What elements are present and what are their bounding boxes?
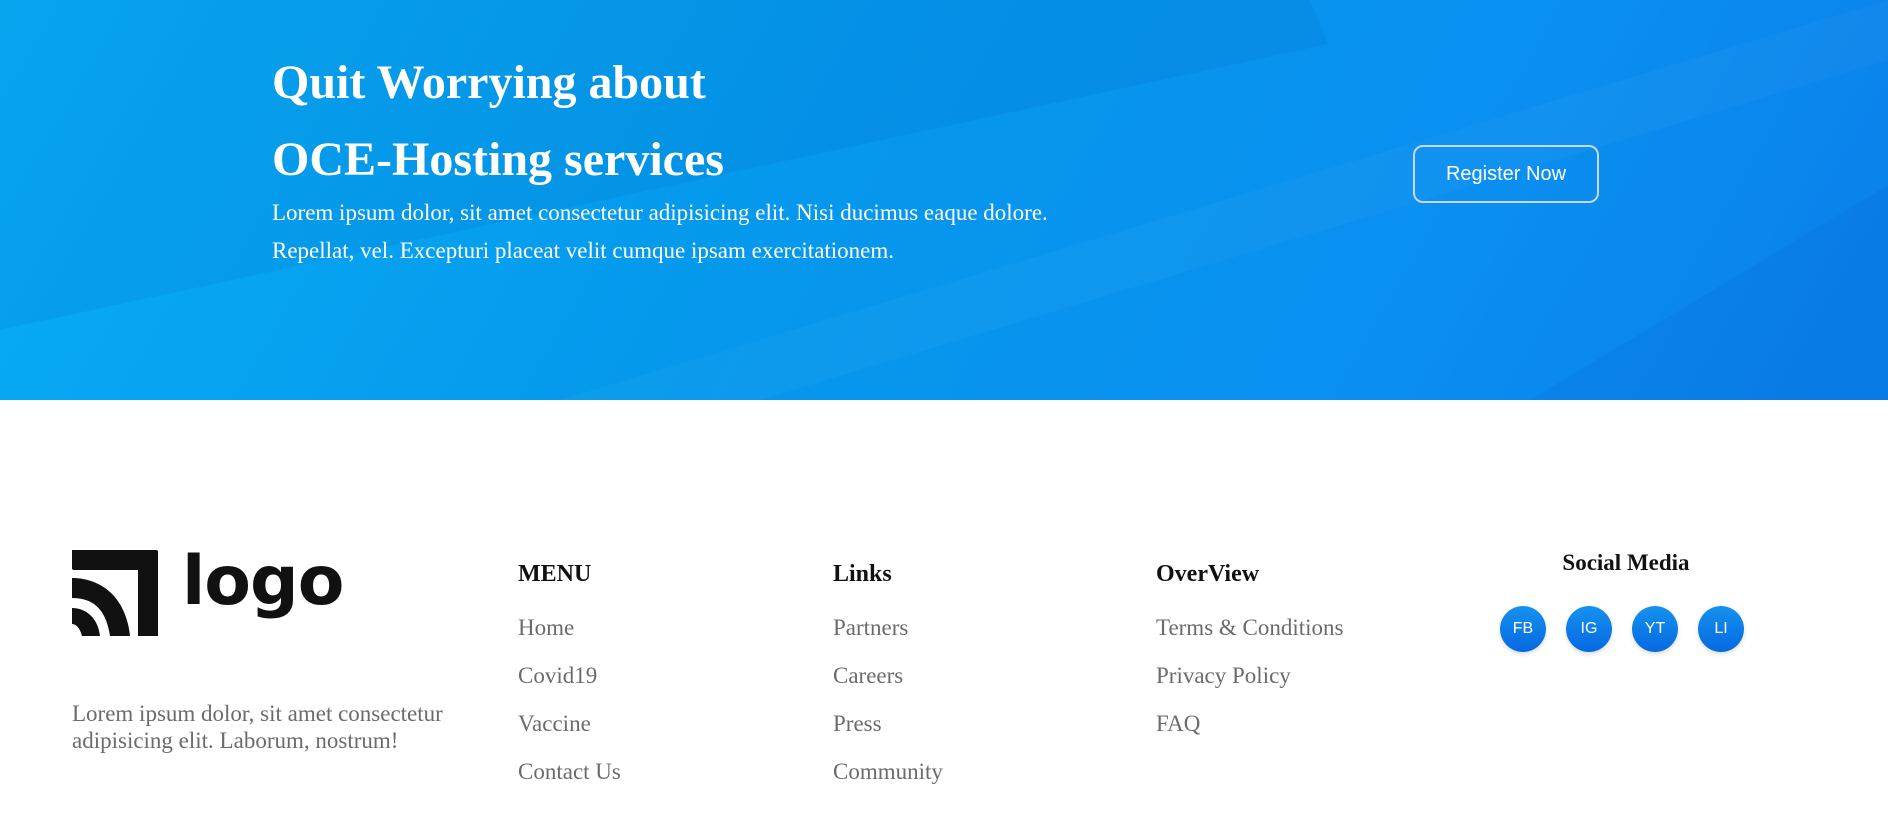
social-media-section: Social Media FB IG YT LI	[1500, 548, 1752, 652]
logo-mark-icon	[72, 550, 158, 636]
footer-link-privacy-policy[interactable]: Privacy Policy	[1156, 652, 1344, 700]
footer-link-contact-us[interactable]: Contact Us	[518, 748, 621, 796]
banner-description: Lorem ipsum dolor, sit amet consectetur …	[272, 200, 1048, 263]
cta-banner: Quit Worrying about OCE-Hosting services…	[0, 0, 1888, 400]
banner-title: Quit Worrying about OCE-Hosting services	[272, 44, 1072, 198]
site-footer: logo Lorem ipsum dolor, sit amet consect…	[0, 400, 1888, 838]
footer-link-partners[interactable]: Partners	[833, 604, 943, 652]
footer-link-terms[interactable]: Terms & Conditions	[1156, 604, 1344, 652]
footer-logo[interactable]: logo	[72, 542, 344, 638]
footer-link-covid19[interactable]: Covid19	[518, 652, 621, 700]
footer-link-faq[interactable]: FAQ	[1156, 700, 1344, 748]
linkedin-icon[interactable]: LI	[1698, 606, 1744, 652]
facebook-icon[interactable]: FB	[1500, 606, 1546, 652]
footer-link-press[interactable]: Press	[833, 700, 943, 748]
footer-menu-column: MENU Home Covid19 Vaccine Contact Us	[518, 558, 621, 796]
footer-menu-heading: MENU	[518, 561, 592, 587]
youtube-icon[interactable]: YT	[1632, 606, 1678, 652]
instagram-icon[interactable]: IG	[1566, 606, 1612, 652]
register-now-button[interactable]: Register Now	[1413, 145, 1599, 203]
footer-link-home[interactable]: Home	[518, 604, 621, 652]
footer-link-vaccine[interactable]: Vaccine	[518, 700, 621, 748]
footer-overview-column: OverView Terms & Conditions Privacy Poli…	[1156, 558, 1344, 748]
banner-title-line-2: OCE-Hosting services	[272, 133, 724, 186]
footer-links-column: Links Partners Careers Press Community	[833, 558, 943, 796]
footer-link-careers[interactable]: Careers	[833, 652, 943, 700]
social-icons-row: FB IG YT LI	[1500, 606, 1752, 652]
footer-overview-heading: OverView	[1156, 561, 1260, 587]
footer-about-text: Lorem ipsum dolor, sit amet consectetur …	[72, 701, 443, 753]
social-media-heading: Social Media	[1562, 550, 1690, 575]
banner-title-line-1: Quit Worrying about	[272, 56, 706, 109]
logo-wordmark: logo	[182, 542, 344, 621]
footer-links-heading: Links	[833, 561, 892, 587]
footer-link-community[interactable]: Community	[833, 748, 943, 796]
